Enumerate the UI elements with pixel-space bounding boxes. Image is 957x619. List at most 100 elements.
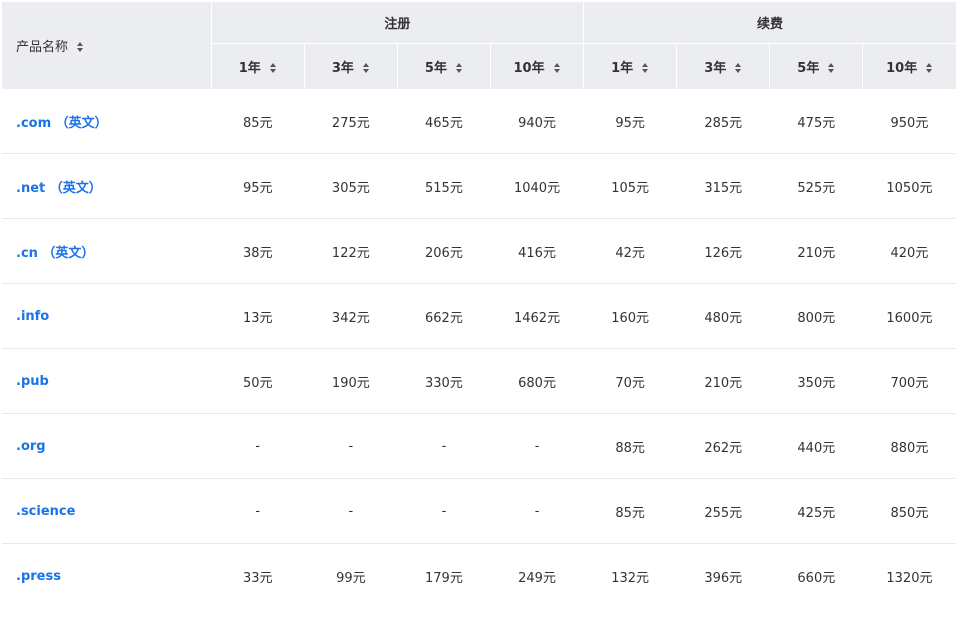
price-cell: 1600元 xyxy=(862,283,956,349)
price-cell: 132元 xyxy=(611,570,650,586)
column-header-register-5y[interactable]: 5年 xyxy=(396,43,491,89)
price-cell: 416元 xyxy=(490,218,584,284)
price-cell: 33元 xyxy=(242,570,273,586)
table-row: .press 33元 99元 179元 249元 132元 396元 660元 … xyxy=(2,544,956,609)
price-cell: 1462元 xyxy=(490,283,584,349)
price-cell: 70元 xyxy=(583,348,677,414)
product-link-science[interactable]: .science xyxy=(16,504,75,519)
table-row: .com （英文） 85元 275元 465元 940元 95元 285元 47… xyxy=(2,89,956,154)
table-row: .science - - - - 85元 255元 425元 850元 xyxy=(2,478,956,544)
column-header-label: 产品名称 xyxy=(16,40,69,55)
price-cell: 160元 xyxy=(583,283,677,349)
sort-icon[interactable] xyxy=(925,62,933,74)
price-cell: 950元 xyxy=(862,89,956,154)
price-cell: 95元 xyxy=(211,153,305,219)
table-header: 产品名称 注册 续费 1年 3年 5年 10年 1年 3年 5年 10年 xyxy=(2,2,956,89)
price-cell: 285元 xyxy=(676,89,770,154)
sort-icon[interactable] xyxy=(455,62,463,74)
price-cell: - xyxy=(397,478,491,544)
table-body: .com （英文） 85元 275元 465元 940元 95元 285元 47… xyxy=(2,89,956,608)
product-name-cell: .com （英文） xyxy=(2,89,212,154)
price-cell: 1040元 xyxy=(490,153,584,219)
price-cell: 660元 xyxy=(797,570,836,586)
product-name-cell: .press xyxy=(2,544,211,609)
sort-icon[interactable] xyxy=(269,62,277,74)
price-cell: - xyxy=(490,478,584,544)
table-row: .pub 50元 190元 330元 680元 70元 210元 350元 70… xyxy=(2,348,956,414)
column-header-renew-3y[interactable]: 3年 xyxy=(676,43,770,89)
column-header-label: 5年 xyxy=(424,61,447,76)
sort-icon[interactable] xyxy=(827,62,835,74)
table-row: .org - - - - 88元 262元 440元 880元 xyxy=(2,413,956,479)
price-cell: 105元 xyxy=(583,153,677,219)
sort-icon[interactable] xyxy=(734,62,742,74)
price-cell: 42元 xyxy=(583,218,677,284)
price-cell: 88元 xyxy=(583,413,677,479)
product-name-cell: .science xyxy=(2,478,212,544)
price-cell: 179元 xyxy=(425,570,463,586)
price-cell: 700元 xyxy=(862,348,956,414)
column-header-label: 10年 xyxy=(513,61,545,76)
price-cell: 255元 xyxy=(676,478,770,544)
price-cell: 680元 xyxy=(490,348,584,414)
price-cell: - xyxy=(397,413,491,479)
column-header-label: 3年 xyxy=(704,61,727,76)
price-cell: 330元 xyxy=(397,348,491,414)
product-name-cell: .pub xyxy=(2,348,212,414)
product-link-press[interactable]: .press xyxy=(16,569,61,584)
column-header-label: 1年 xyxy=(611,61,634,76)
product-link-org[interactable]: .org xyxy=(16,439,46,454)
price-cell: 475元 xyxy=(769,89,863,154)
price-cell: 210元 xyxy=(676,348,770,414)
column-group-renew: 续费 xyxy=(583,2,956,44)
price-cell: 126元 xyxy=(676,218,770,284)
column-header-label: 1年 xyxy=(238,61,261,76)
price-cell: 206元 xyxy=(397,218,491,284)
table-row: .net （英文） 95元 305元 515元 1040元 105元 315元 … xyxy=(2,153,956,219)
sort-icon[interactable] xyxy=(641,62,649,74)
price-cell: 420元 xyxy=(862,218,956,284)
price-cell: 190元 xyxy=(304,348,398,414)
price-cell: 465元 xyxy=(397,89,491,154)
table-row: .info 13元 342元 662元 1462元 160元 480元 800元… xyxy=(2,283,956,349)
product-link-info[interactable]: .info xyxy=(16,309,49,324)
column-header-product-name[interactable]: 产品名称 xyxy=(2,2,212,89)
price-cell: 262元 xyxy=(676,413,770,479)
price-cell: 85元 xyxy=(211,89,305,154)
column-header-renew-1y[interactable]: 1年 xyxy=(583,43,677,89)
product-link-cn[interactable]: .cn （英文） xyxy=(16,246,94,261)
price-cell: - xyxy=(211,478,305,544)
price-cell: 940元 xyxy=(490,89,584,154)
price-cell: 122元 xyxy=(304,218,398,284)
price-cell: 425元 xyxy=(769,478,863,544)
sort-icon[interactable] xyxy=(362,62,370,74)
product-name-cell: .net （英文） xyxy=(2,153,212,219)
price-cell: 249元 xyxy=(518,570,556,586)
price-cell: 85元 xyxy=(583,478,677,544)
column-header-renew-5y[interactable]: 5年 xyxy=(769,43,863,89)
product-name-cell: .info xyxy=(2,283,212,349)
product-name-cell: .cn （英文） xyxy=(2,218,212,284)
column-header-label: 5年 xyxy=(797,61,820,76)
product-link-net[interactable]: .net （英文） xyxy=(16,181,102,196)
price-cell: 800元 xyxy=(769,283,863,349)
column-header-renew-10y[interactable]: 10年 xyxy=(862,43,956,89)
product-name-cell: .org xyxy=(2,413,212,479)
price-cell: 662元 xyxy=(397,283,491,349)
price-cell: 850元 xyxy=(862,478,956,544)
column-header-register-10y[interactable]: 10年 xyxy=(489,43,584,89)
sort-icon[interactable] xyxy=(76,41,84,53)
column-header-register-1y[interactable]: 1年 xyxy=(210,43,305,89)
price-cell: 515元 xyxy=(397,153,491,219)
sort-icon[interactable] xyxy=(553,62,561,74)
price-cell: 350元 xyxy=(769,348,863,414)
price-cell: 210元 xyxy=(769,218,863,284)
product-link-pub[interactable]: .pub xyxy=(16,374,49,389)
price-cell: 440元 xyxy=(769,413,863,479)
price-cell: 342元 xyxy=(304,283,398,349)
product-link-com[interactable]: .com （英文） xyxy=(16,116,108,131)
price-cell: 1050元 xyxy=(862,153,956,219)
column-header-label: 10年 xyxy=(886,61,918,76)
table-row: .cn （英文） 38元 122元 206元 416元 42元 126元 210… xyxy=(2,218,956,284)
column-header-register-3y[interactable]: 3年 xyxy=(303,43,398,89)
